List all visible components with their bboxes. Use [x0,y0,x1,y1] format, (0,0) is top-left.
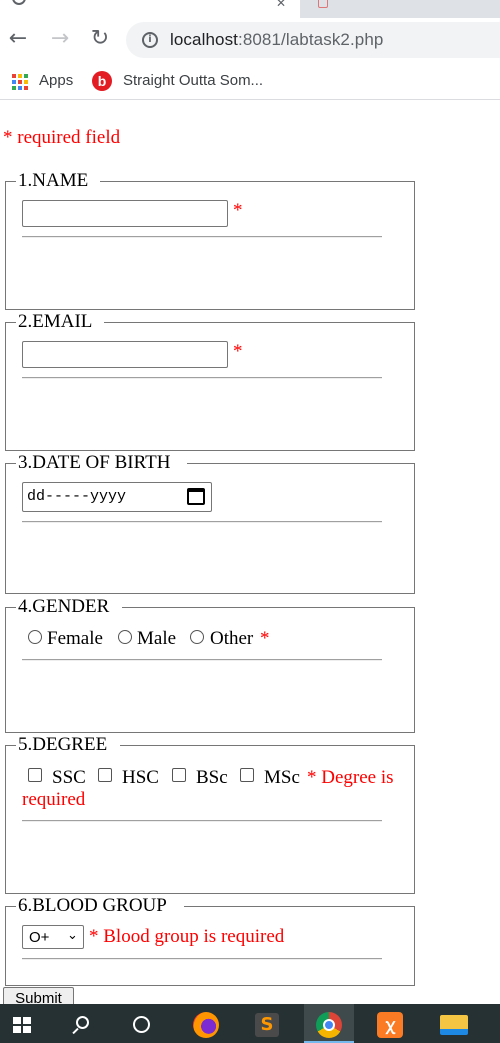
apps-grid-icon[interactable] [12,74,28,90]
chrome-icon[interactable] [316,1012,342,1038]
legend-name: 1.NAME [16,170,91,192]
xampp-icon[interactable]: ꭓ [377,1012,403,1038]
email-input[interactable] [22,341,228,368]
forward-arrow-icon[interactable]: → [47,26,73,52]
dob-placeholder: dd-----yyyy [27,488,127,505]
firefox-icon[interactable] [193,1012,219,1038]
degree-hsc-label: HSC [122,767,159,788]
chevron-down-icon: ⌄ [67,928,78,943]
degree-ssc-label: SSC [52,767,86,788]
legend-dob: 3.DATE OF BIRTH [16,452,173,474]
divider [22,521,382,523]
gender-other-radio[interactable] [190,630,204,644]
degree-msc-checkbox[interactable] [240,768,254,782]
tab-document-icon [318,0,328,8]
legend-gender: 4.GENDER [16,596,112,618]
gender-male-label: Male [137,628,177,649]
fieldset-border [100,181,415,182]
divider [22,377,382,379]
bookmarks-bar: Apps b Straight Outta Som... [0,62,500,100]
gender-female-radio[interactable] [28,630,42,644]
fieldset-border [122,607,415,608]
degree-error-message-cont: required [22,789,86,810]
reload-icon[interactable]: ↻ [87,26,113,52]
address-bar[interactable]: i localhost:8081/labtask2.php [126,22,500,58]
legend-degree: 5.DEGREE [16,734,110,756]
windows-taskbar: S ꭓ [0,1004,500,1043]
browser-toolbar: ← → ↻ i localhost:8081/labtask2.php [0,18,500,62]
gender-female-label: Female [47,628,103,649]
required-field-note: * required field [3,127,121,148]
beats-logo-icon: b [92,71,112,91]
search-icon[interactable] [76,1016,89,1029]
degree-msc-label: MSc [264,767,300,788]
fieldset-border [120,745,415,746]
tab-active[interactable] [0,0,300,18]
url-text: localhost:8081/labtask2.php [170,30,384,49]
fieldset-gender [5,607,415,733]
tab-inactive[interactable] [310,0,500,12]
divider [22,236,382,238]
name-input[interactable] [22,200,228,227]
fieldset-border [104,322,415,323]
gender-other-label: Other [210,628,254,649]
divider [22,958,382,960]
degree-hsc-checkbox[interactable] [98,768,112,782]
fieldset-border [184,906,415,907]
file-explorer-icon[interactable] [440,1015,468,1035]
degree-ssc-checkbox[interactable] [28,768,42,782]
divider [22,820,382,822]
fieldset-border [187,463,415,464]
cortana-icon[interactable] [133,1016,150,1033]
close-tab-icon[interactable]: ✕ [276,0,286,10]
blood-group-error-message: * Blood group is required [89,926,285,947]
info-icon[interactable]: i [142,32,158,48]
bookmark-apps[interactable]: Apps [39,71,73,91]
blood-group-select[interactable]: O+ ⌄ [22,925,84,949]
gender-required-star: * [260,628,270,649]
calendar-icon[interactable] [187,488,205,505]
sublime-text-icon[interactable]: S [255,1013,279,1037]
degree-error-message: * Degree is [307,767,394,788]
degree-bsc-label: BSc [196,767,228,788]
name-required-star: * [233,200,243,221]
windows-start-icon[interactable] [13,1017,31,1033]
legend-blood-group: 6.BLOOD GROUP [16,895,169,917]
tab-strip: ✕ [0,0,500,18]
divider [22,659,382,661]
legend-email: 2.EMAIL [16,311,95,333]
blood-group-selected: O+ [29,929,50,946]
degree-bsc-checkbox[interactable] [172,768,186,782]
bookmark-straight-outta[interactable]: Straight Outta Som... [123,71,263,91]
email-required-star: * [233,341,243,362]
dob-date-input[interactable]: dd-----yyyy [22,482,212,512]
back-arrow-icon[interactable]: ← [5,26,31,52]
gender-male-radio[interactable] [118,630,132,644]
